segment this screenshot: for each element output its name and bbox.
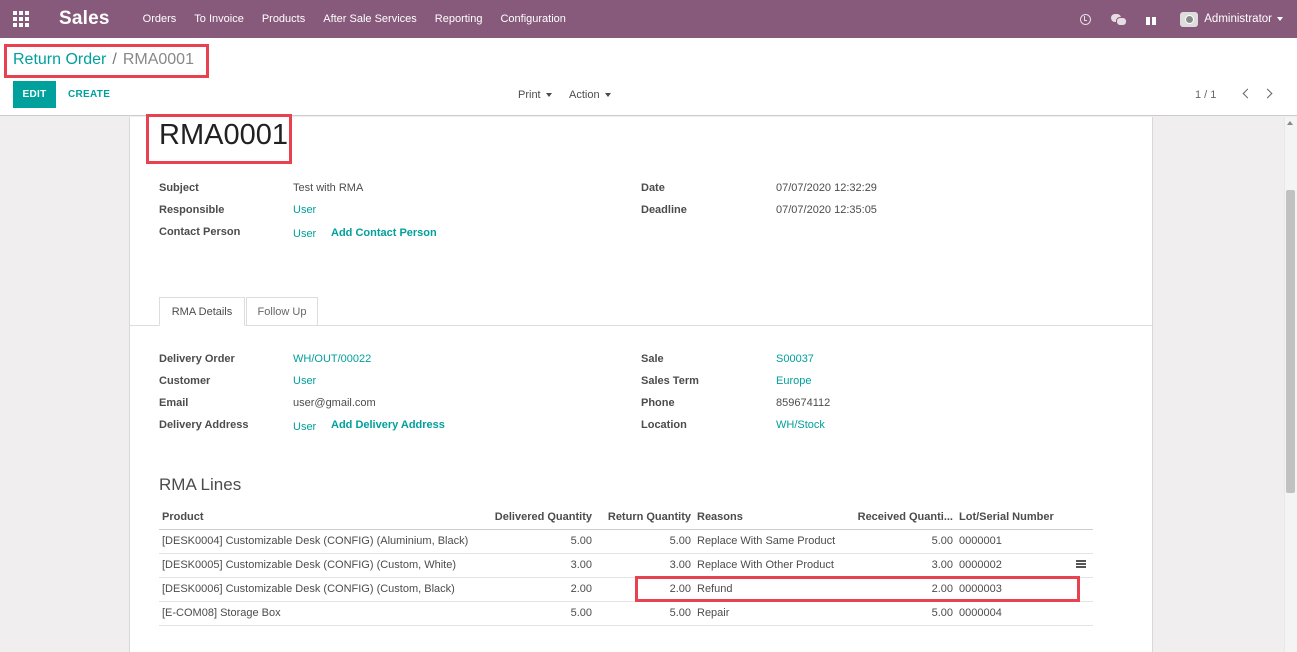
gift-icon[interactable] xyxy=(1144,12,1158,26)
list-icon[interactable] xyxy=(1076,560,1086,568)
rma-lines-table: Product Delivered Quantity Return Quanti… xyxy=(159,505,1093,626)
cell-delivered-quantity: 3.00 xyxy=(483,553,595,578)
phone-value: 859674112 xyxy=(776,397,831,409)
clock-icon[interactable] xyxy=(1078,12,1092,26)
cell-product: [DESK0006] Customizable Desk (CONFIG) (C… xyxy=(159,577,483,602)
user-menu[interactable]: Administrator xyxy=(1180,11,1283,27)
menu-configuration[interactable]: Configuration xyxy=(491,13,574,25)
cell-received-quantity: 5.00 xyxy=(845,529,956,554)
menu-products[interactable]: Products xyxy=(253,13,314,25)
customer-label: Customer xyxy=(159,375,211,387)
date-label: Date xyxy=(641,182,665,194)
col-received-quantity[interactable]: Received Quanti... xyxy=(845,505,956,530)
delivery-order-label: Delivery Order xyxy=(159,353,235,365)
col-delivered-quantity[interactable]: Delivered Quantity xyxy=(483,505,595,530)
user-name: Administrator xyxy=(1204,13,1272,25)
deadline-value: 07/07/2020 12:35:05 xyxy=(776,204,877,216)
main-menu: Orders To Invoice Products After Sale Se… xyxy=(134,13,575,25)
cell-return-quantity: 3.00 xyxy=(595,553,694,578)
pager-value[interactable]: 1 / 1 xyxy=(1195,81,1216,108)
edit-button[interactable]: EDIT xyxy=(13,81,56,108)
cell-lot-serial: 0000001 xyxy=(956,529,1093,554)
scroll-up-icon[interactable] xyxy=(1287,121,1293,125)
responsible-label: Responsible xyxy=(159,204,225,216)
annotation-box-breadcrumb xyxy=(4,44,209,78)
sales-term-link[interactable]: Europe xyxy=(776,375,811,387)
notebook-tabs: RMA Details Follow Up xyxy=(130,297,1152,326)
cell-delivered-quantity: 2.00 xyxy=(483,577,595,602)
caret-down-icon xyxy=(545,92,552,97)
print-dropdown[interactable]: Print xyxy=(518,81,552,108)
cell-return-quantity: 5.00 xyxy=(595,529,694,554)
cell-reason: Repair xyxy=(694,601,845,626)
chevron-left-icon[interactable] xyxy=(1242,88,1253,99)
table-row[interactable]: [DESK0004] Customizable Desk (CONFIG) (A… xyxy=(159,529,1093,554)
top-navbar: Sales Orders To Invoice Products After S… xyxy=(0,0,1297,38)
delivery-order-link[interactable]: WH/OUT/00022 xyxy=(293,353,371,365)
contact-person-label: Contact Person xyxy=(159,226,241,238)
caret-down-icon xyxy=(604,92,611,97)
email-label: Email xyxy=(159,397,189,409)
table-header-row: Product Delivered Quantity Return Quanti… xyxy=(159,505,1093,530)
cell-received-quantity: 3.00 xyxy=(845,553,956,578)
table-row[interactable]: [E-COM08] Storage Box 5.00 5.00 Repair 5… xyxy=(159,601,1093,626)
tab-follow-up[interactable]: Follow Up xyxy=(246,297,318,326)
chevron-right-icon[interactable] xyxy=(1262,88,1273,99)
cell-product: [E-COM08] Storage Box xyxy=(159,601,483,626)
cell-product: [DESK0005] Customizable Desk (CONFIG) (C… xyxy=(159,553,483,578)
tab-rma-details[interactable]: RMA Details xyxy=(159,297,245,326)
location-label: Location xyxy=(641,419,687,431)
date-value: 07/07/2020 12:32:29 xyxy=(776,182,877,194)
delivery-address-label: Delivery Address xyxy=(159,419,249,431)
menu-to-invoice[interactable]: To Invoice xyxy=(185,13,253,25)
action-dropdown[interactable]: Action xyxy=(569,81,611,108)
rma-lines-title: RMA Lines xyxy=(159,475,242,494)
action-label: Action xyxy=(569,88,600,101)
print-label: Print xyxy=(518,88,541,101)
subject-label: Subject xyxy=(159,182,199,194)
sale-link[interactable]: S00037 xyxy=(776,353,814,365)
col-lot-serial-number[interactable]: Lot/Serial Number xyxy=(956,505,1093,530)
subject-value: Test with RMA xyxy=(293,182,364,194)
sale-label: Sale xyxy=(641,353,664,365)
cell-product: [DESK0004] Customizable Desk (CONFIG) (A… xyxy=(159,529,483,554)
app-name[interactable]: Sales xyxy=(59,8,110,30)
cell-reason: Replace With Same Product xyxy=(694,529,845,554)
cell-return-quantity: 5.00 xyxy=(595,601,694,626)
add-contact-person-button[interactable]: Add Contact Person xyxy=(331,227,437,239)
delivery-address-link[interactable]: User xyxy=(293,421,316,433)
col-return-quantity[interactable]: Return Quantity xyxy=(595,505,694,530)
deadline-label: Deadline xyxy=(641,204,687,216)
form-sheet: RMA0001 Subject Test with RMA Responsibl… xyxy=(129,117,1153,652)
cell-delivered-quantity: 5.00 xyxy=(483,601,595,626)
create-button[interactable]: CREATE xyxy=(68,81,110,108)
avatar xyxy=(1180,11,1199,27)
cell-lot-serial: 0000002 xyxy=(956,553,1093,578)
cell-lot-serial: 0000004 xyxy=(956,601,1093,626)
cell-received-quantity: 5.00 xyxy=(845,601,956,626)
menu-orders[interactable]: Orders xyxy=(134,13,186,25)
responsible-link[interactable]: User xyxy=(293,204,316,216)
apps-icon[interactable] xyxy=(13,11,30,28)
cell-delivered-quantity: 5.00 xyxy=(483,529,595,554)
email-value: user@gmail.com xyxy=(293,397,376,409)
scrollbar-thumb[interactable] xyxy=(1286,190,1295,493)
menu-reporting[interactable]: Reporting xyxy=(426,13,492,25)
add-delivery-address-button[interactable]: Add Delivery Address xyxy=(331,419,445,431)
caret-down-icon xyxy=(1277,17,1283,21)
annotation-box-refund-row xyxy=(635,576,1080,602)
sales-term-label: Sales Term xyxy=(641,375,699,387)
col-reasons[interactable]: Reasons xyxy=(694,505,845,530)
chat-icon[interactable] xyxy=(1111,12,1128,26)
annotation-box-title xyxy=(146,114,292,164)
col-product[interactable]: Product xyxy=(159,505,483,530)
customer-link[interactable]: User xyxy=(293,375,316,387)
contact-person-link[interactable]: User xyxy=(293,228,316,240)
menu-after-sale-services[interactable]: After Sale Services xyxy=(314,13,426,25)
phone-label: Phone xyxy=(641,397,675,409)
cell-reason: Replace With Other Product xyxy=(694,553,845,578)
location-link[interactable]: WH/Stock xyxy=(776,419,825,431)
table-row[interactable]: [DESK0005] Customizable Desk (CONFIG) (C… xyxy=(159,553,1093,578)
